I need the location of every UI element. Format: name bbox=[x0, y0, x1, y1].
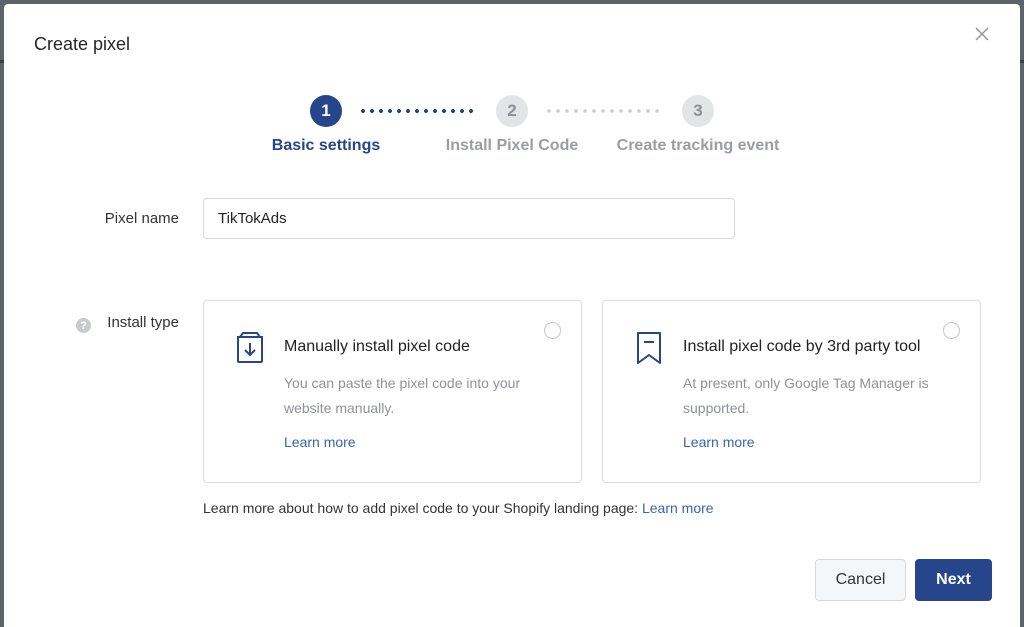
pixel-name-label: Pixel name bbox=[104, 210, 179, 227]
dialog-title: Create pixel bbox=[34, 34, 131, 54]
step-1-label: Basic settings bbox=[271, 137, 381, 154]
manual-install-option[interactable]: Manually install pixel code You can past… bbox=[203, 300, 582, 483]
step-2-label: Install Pixel Code bbox=[445, 137, 579, 154]
close-icon bbox=[975, 27, 989, 41]
bookmark-icon bbox=[637, 332, 661, 364]
step-3-label: Create tracking event bbox=[616, 137, 780, 154]
create-pixel-dialog: Create pixel 1 2 3 Basic settings Instal… bbox=[4, 4, 1020, 627]
step-connector-1 bbox=[361, 109, 475, 113]
shopify-footnote: Learn more about how to add pixel code t… bbox=[203, 500, 714, 516]
pixel-name-input[interactable] bbox=[203, 198, 735, 239]
step-3-circle: 3 bbox=[682, 95, 714, 127]
step-1-circle: 1 bbox=[310, 95, 342, 127]
footnote-learn-more-link[interactable]: Learn more bbox=[642, 500, 714, 516]
learn-more-link[interactable]: Learn more bbox=[683, 434, 755, 450]
next-button[interactable]: Next bbox=[915, 559, 992, 601]
backdrop-edge bbox=[1020, 60, 1024, 63]
option-description: You can paste the pixel code into your w… bbox=[284, 375, 521, 416]
help-icon[interactable]: ? bbox=[76, 318, 91, 333]
learn-more-link[interactable]: Learn more bbox=[284, 434, 356, 450]
option-title: Manually install pixel code bbox=[284, 338, 470, 355]
step-connector-2 bbox=[547, 109, 661, 113]
third-party-install-radio[interactable] bbox=[943, 322, 960, 339]
third-party-install-option[interactable]: Install pixel code by 3rd party tool At … bbox=[602, 300, 981, 483]
manual-install-radio[interactable] bbox=[544, 322, 561, 339]
footnote-text: Learn more about how to add pixel code t… bbox=[203, 500, 639, 516]
install-type-label: Install type bbox=[107, 314, 179, 331]
option-title: Install pixel code by 3rd party tool bbox=[683, 338, 921, 355]
option-description: At present, only Google Tag Manager is s… bbox=[683, 375, 929, 416]
download-box-icon bbox=[237, 332, 263, 363]
cancel-button[interactable]: Cancel bbox=[815, 559, 906, 601]
step-2-circle: 2 bbox=[496, 95, 528, 127]
close-button[interactable] bbox=[970, 22, 994, 46]
